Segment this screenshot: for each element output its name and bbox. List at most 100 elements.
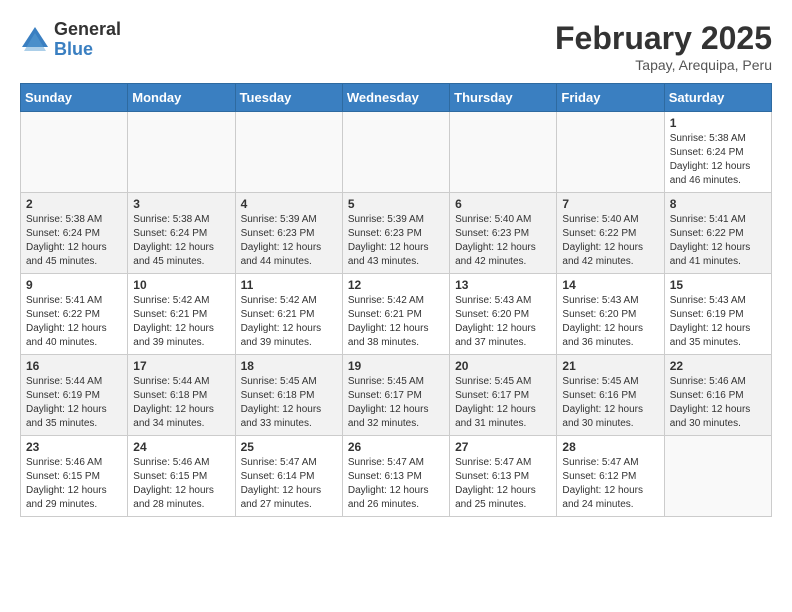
calendar-cell: 11 Sunrise: 5:42 AM Sunset: 6:21 PM Dayli… bbox=[235, 274, 342, 355]
calendar-cell: 26 Sunrise: 5:47 AM Sunset: 6:13 PM Dayli… bbox=[342, 436, 449, 517]
day-number: 22 bbox=[670, 359, 766, 373]
day-info: Sunrise: 5:45 AM Sunset: 6:17 PM Dayligh… bbox=[348, 375, 444, 431]
page-header: General Blue February 2025 Tapay, Arequi… bbox=[20, 20, 772, 73]
calendar-cell bbox=[21, 112, 128, 193]
logo-text: General Blue bbox=[54, 20, 121, 60]
day-info: Sunrise: 5:45 AM Sunset: 6:18 PM Dayligh… bbox=[241, 375, 337, 431]
weekday-header-friday: Friday bbox=[557, 84, 664, 112]
calendar-cell bbox=[128, 112, 235, 193]
weekday-header-row: SundayMondayTuesdayWednesdayThursdayFrid… bbox=[21, 84, 772, 112]
day-number: 27 bbox=[455, 440, 551, 454]
day-info: Sunrise: 5:44 AM Sunset: 6:18 PM Dayligh… bbox=[133, 375, 229, 431]
day-info: Sunrise: 5:43 AM Sunset: 6:20 PM Dayligh… bbox=[562, 294, 658, 350]
day-info: Sunrise: 5:43 AM Sunset: 6:19 PM Dayligh… bbox=[670, 294, 766, 350]
day-info: Sunrise: 5:46 AM Sunset: 6:15 PM Dayligh… bbox=[26, 456, 122, 512]
weekday-header-thursday: Thursday bbox=[450, 84, 557, 112]
title-block: February 2025 Tapay, Arequipa, Peru bbox=[555, 20, 772, 73]
week-row-3: 9 Sunrise: 5:41 AM Sunset: 6:22 PM Daylig… bbox=[21, 274, 772, 355]
day-info: Sunrise: 5:42 AM Sunset: 6:21 PM Dayligh… bbox=[348, 294, 444, 350]
day-number: 5 bbox=[348, 197, 444, 211]
weekday-header-wednesday: Wednesday bbox=[342, 84, 449, 112]
day-number: 8 bbox=[670, 197, 766, 211]
month-title: February 2025 bbox=[555, 20, 772, 57]
day-number: 13 bbox=[455, 278, 551, 292]
day-info: Sunrise: 5:47 AM Sunset: 6:14 PM Dayligh… bbox=[241, 456, 337, 512]
day-info: Sunrise: 5:46 AM Sunset: 6:15 PM Dayligh… bbox=[133, 456, 229, 512]
calendar-cell bbox=[664, 436, 771, 517]
day-info: Sunrise: 5:41 AM Sunset: 6:22 PM Dayligh… bbox=[26, 294, 122, 350]
calendar-cell: 6 Sunrise: 5:40 AM Sunset: 6:23 PM Daylig… bbox=[450, 193, 557, 274]
day-info: Sunrise: 5:39 AM Sunset: 6:23 PM Dayligh… bbox=[241, 213, 337, 269]
logo-general: General bbox=[54, 20, 121, 40]
calendar-cell: 10 Sunrise: 5:42 AM Sunset: 6:21 PM Dayli… bbox=[128, 274, 235, 355]
calendar-cell: 21 Sunrise: 5:45 AM Sunset: 6:16 PM Dayli… bbox=[557, 355, 664, 436]
day-info: Sunrise: 5:45 AM Sunset: 6:17 PM Dayligh… bbox=[455, 375, 551, 431]
calendar-cell: 25Sunrise: 5:47 AM Sunset: 6:14 PM Dayli… bbox=[235, 436, 342, 517]
day-number: 15 bbox=[670, 278, 766, 292]
calendar-cell bbox=[342, 112, 449, 193]
day-number: 3 bbox=[133, 197, 229, 211]
day-number: 26 bbox=[348, 440, 444, 454]
day-info: Sunrise: 5:42 AM Sunset: 6:21 PM Dayligh… bbox=[133, 294, 229, 350]
day-number: 2 bbox=[26, 197, 122, 211]
day-info: Sunrise: 5:42 AM Sunset: 6:21 PM Dayligh… bbox=[241, 294, 337, 350]
calendar-cell: 15 Sunrise: 5:43 AM Sunset: 6:19 PM Dayli… bbox=[664, 274, 771, 355]
calendar-cell bbox=[235, 112, 342, 193]
day-info: Sunrise: 5:47 AM Sunset: 6:13 PM Dayligh… bbox=[348, 456, 444, 512]
logo: General Blue bbox=[20, 20, 121, 60]
day-info: Sunrise: 5:40 AM Sunset: 6:23 PM Dayligh… bbox=[455, 213, 551, 269]
weekday-header-sunday: Sunday bbox=[21, 84, 128, 112]
calendar-cell: 3Sunrise: 5:38 AM Sunset: 6:24 PM Daylig… bbox=[128, 193, 235, 274]
week-row-4: 16 Sunrise: 5:44 AM Sunset: 6:19 PM Dayli… bbox=[21, 355, 772, 436]
day-number: 10 bbox=[133, 278, 229, 292]
calendar-cell bbox=[450, 112, 557, 193]
calendar-cell: 17 Sunrise: 5:44 AM Sunset: 6:18 PM Dayli… bbox=[128, 355, 235, 436]
day-number: 1 bbox=[670, 116, 766, 130]
calendar-cell bbox=[557, 112, 664, 193]
week-row-5: 23 Sunrise: 5:46 AM Sunset: 6:15 PM Dayli… bbox=[21, 436, 772, 517]
day-number: 9 bbox=[26, 278, 122, 292]
day-number: 19 bbox=[348, 359, 444, 373]
calendar-cell: 23 Sunrise: 5:46 AM Sunset: 6:15 PM Dayli… bbox=[21, 436, 128, 517]
calendar: SundayMondayTuesdayWednesdayThursdayFrid… bbox=[20, 83, 772, 517]
day-number: 7 bbox=[562, 197, 658, 211]
calendar-cell: 7 Sunrise: 5:40 AM Sunset: 6:22 PM Daylig… bbox=[557, 193, 664, 274]
day-number: 6 bbox=[455, 197, 551, 211]
day-number: 18 bbox=[241, 359, 337, 373]
logo-icon bbox=[20, 25, 50, 55]
day-info: Sunrise: 5:46 AM Sunset: 6:16 PM Dayligh… bbox=[670, 375, 766, 431]
calendar-cell: 4 Sunrise: 5:39 AM Sunset: 6:23 PM Daylig… bbox=[235, 193, 342, 274]
day-info: Sunrise: 5:44 AM Sunset: 6:19 PM Dayligh… bbox=[26, 375, 122, 431]
day-info: Sunrise: 5:47 AM Sunset: 6:13 PM Dayligh… bbox=[455, 456, 551, 512]
location: Tapay, Arequipa, Peru bbox=[555, 57, 772, 73]
calendar-cell: 2Sunrise: 5:38 AM Sunset: 6:24 PM Daylig… bbox=[21, 193, 128, 274]
day-number: 4 bbox=[241, 197, 337, 211]
day-info: Sunrise: 5:45 AM Sunset: 6:16 PM Dayligh… bbox=[562, 375, 658, 431]
calendar-cell: 16 Sunrise: 5:44 AM Sunset: 6:19 PM Dayli… bbox=[21, 355, 128, 436]
day-number: 12 bbox=[348, 278, 444, 292]
calendar-cell: 12 Sunrise: 5:42 AM Sunset: 6:21 PM Dayli… bbox=[342, 274, 449, 355]
day-info: Sunrise: 5:38 AM Sunset: 6:24 PM Dayligh… bbox=[670, 132, 766, 188]
day-number: 21 bbox=[562, 359, 658, 373]
weekday-header-tuesday: Tuesday bbox=[235, 84, 342, 112]
day-number: 20 bbox=[455, 359, 551, 373]
calendar-cell: 27 Sunrise: 5:47 AM Sunset: 6:13 PM Dayli… bbox=[450, 436, 557, 517]
day-number: 17 bbox=[133, 359, 229, 373]
calendar-cell: 22 Sunrise: 5:46 AM Sunset: 6:16 PM Dayli… bbox=[664, 355, 771, 436]
calendar-cell: 13Sunrise: 5:43 AM Sunset: 6:20 PM Dayli… bbox=[450, 274, 557, 355]
calendar-cell: 19 Sunrise: 5:45 AM Sunset: 6:17 PM Dayli… bbox=[342, 355, 449, 436]
day-number: 16 bbox=[26, 359, 122, 373]
calendar-cell: 8Sunrise: 5:41 AM Sunset: 6:22 PM Daylig… bbox=[664, 193, 771, 274]
calendar-cell: 5Sunrise: 5:39 AM Sunset: 6:23 PM Daylig… bbox=[342, 193, 449, 274]
day-info: Sunrise: 5:40 AM Sunset: 6:22 PM Dayligh… bbox=[562, 213, 658, 269]
calendar-cell: 20 Sunrise: 5:45 AM Sunset: 6:17 PM Dayli… bbox=[450, 355, 557, 436]
weekday-header-monday: Monday bbox=[128, 84, 235, 112]
calendar-cell: 14 Sunrise: 5:43 AM Sunset: 6:20 PM Dayli… bbox=[557, 274, 664, 355]
day-number: 11 bbox=[241, 278, 337, 292]
day-number: 14 bbox=[562, 278, 658, 292]
calendar-cell: 9 Sunrise: 5:41 AM Sunset: 6:22 PM Daylig… bbox=[21, 274, 128, 355]
day-number: 28 bbox=[562, 440, 658, 454]
calendar-cell: 1 Sunrise: 5:38 AM Sunset: 6:24 PM Daylig… bbox=[664, 112, 771, 193]
day-number: 23 bbox=[26, 440, 122, 454]
week-row-1: 1 Sunrise: 5:38 AM Sunset: 6:24 PM Daylig… bbox=[21, 112, 772, 193]
